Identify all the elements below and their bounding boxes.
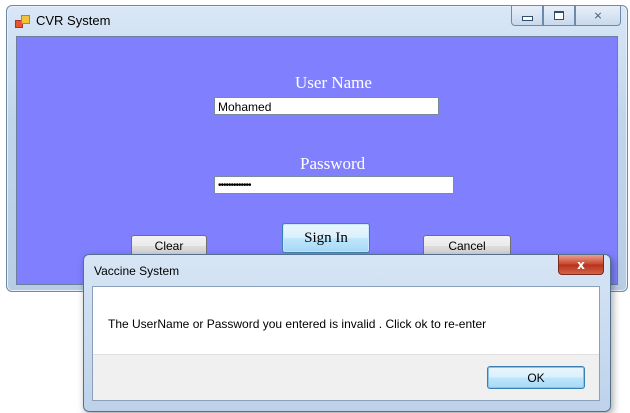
app-window-icon: [15, 15, 30, 28]
caption-buttons: ⨯: [511, 6, 621, 26]
dialog-close-button[interactable]: x: [558, 255, 604, 275]
password-label: Password: [300, 154, 366, 173]
password-input[interactable]: •••••••••••••: [214, 176, 454, 194]
window-title: CVR System: [36, 13, 111, 28]
minimize-icon: [521, 16, 533, 21]
close-icon: x: [577, 257, 585, 272]
dialog-footer: OK: [93, 354, 599, 400]
username-label: User Name: [295, 73, 372, 92]
title-bar[interactable]: CVR System ⨯: [7, 6, 627, 36]
login-form: User Name Mohamed Password •••••••••••••…: [16, 36, 618, 285]
minimize-button[interactable]: [511, 6, 543, 26]
error-dialog: Vaccine System x The UserName or Passwor…: [83, 254, 611, 412]
dialog-title: Vaccine System: [94, 264, 180, 278]
main-window: CVR System ⨯ User Name Mohamed Password …: [6, 5, 628, 292]
ok-button[interactable]: OK: [487, 366, 585, 389]
sign-in-button[interactable]: Sign In: [282, 223, 370, 253]
dialog-body: The UserName or Password you entered is …: [92, 286, 600, 401]
maximize-icon: [554, 11, 564, 20]
close-icon: ⨯: [593, 9, 603, 22]
username-input[interactable]: Mohamed: [214, 97, 439, 115]
close-button[interactable]: ⨯: [575, 6, 621, 26]
maximize-button[interactable]: [543, 6, 575, 26]
error-message: The UserName or Password you entered is …: [108, 317, 487, 331]
